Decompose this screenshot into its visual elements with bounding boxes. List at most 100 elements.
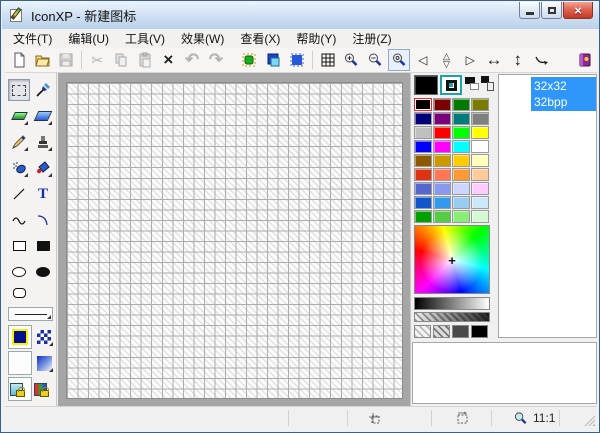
menu-item[interactable]: 帮助(Y) bbox=[288, 28, 344, 49]
filled-ellipse-tool-button[interactable] bbox=[32, 261, 54, 283]
fill-tool-button[interactable] bbox=[32, 157, 54, 179]
palette-swatch[interactable] bbox=[452, 126, 470, 139]
grid-button[interactable] bbox=[317, 49, 339, 71]
palette-swatch[interactable] bbox=[471, 98, 489, 111]
icon-canvas[interactable] bbox=[66, 82, 403, 399]
help-button[interactable] bbox=[574, 49, 596, 71]
line-tool-button[interactable] bbox=[8, 183, 30, 205]
color-picker-tool-button[interactable] bbox=[32, 79, 54, 101]
copy-button[interactable] bbox=[110, 49, 132, 71]
alpha-swatch-100[interactable] bbox=[471, 325, 488, 338]
palette-swatch[interactable] bbox=[433, 182, 451, 195]
grayscale-bar[interactable] bbox=[414, 297, 490, 310]
text-tool-button[interactable]: T bbox=[32, 183, 54, 205]
minimize-button[interactable] bbox=[519, 2, 540, 19]
shift-left-button[interactable]: ◁ bbox=[412, 49, 434, 71]
palette-swatch[interactable] bbox=[471, 182, 489, 195]
resize-grip[interactable] bbox=[583, 414, 595, 426]
palette-swatch[interactable] bbox=[414, 196, 432, 209]
palette-swatch[interactable] bbox=[414, 168, 432, 181]
format-list[interactable]: 32x32 32bpp bbox=[498, 74, 597, 338]
palette-swatch[interactable] bbox=[414, 154, 432, 167]
dither-mode-button[interactable] bbox=[33, 326, 55, 348]
menu-item[interactable]: 文件(T) bbox=[5, 28, 60, 49]
zoom-out-button[interactable] bbox=[364, 49, 386, 71]
menu-item[interactable]: 编辑(U) bbox=[60, 28, 117, 49]
delete-button[interactable]: × bbox=[157, 49, 179, 71]
default-colors-button[interactable] bbox=[481, 75, 494, 91]
palette-swatch[interactable] bbox=[452, 182, 470, 195]
palette-swatch[interactable] bbox=[452, 98, 470, 111]
cut-button[interactable]: ✂ bbox=[86, 49, 108, 71]
palette-swatch[interactable] bbox=[452, 140, 470, 153]
palette-swatch[interactable] bbox=[433, 112, 451, 125]
stamp-tool-button[interactable] bbox=[32, 131, 54, 153]
palette-swatch[interactable] bbox=[414, 126, 432, 139]
lock-transparency-button[interactable] bbox=[10, 383, 28, 401]
save-button[interactable] bbox=[56, 49, 78, 71]
airbrush-tool-button[interactable] bbox=[8, 157, 30, 179]
palette-swatch[interactable] bbox=[433, 168, 451, 181]
menu-item[interactable]: 效果(W) bbox=[173, 28, 232, 49]
ellipse-tool-button[interactable] bbox=[8, 261, 30, 283]
palette-swatch[interactable] bbox=[433, 154, 451, 167]
alpha-swatch-50[interactable] bbox=[433, 325, 450, 338]
curve-tool-button[interactable] bbox=[8, 209, 30, 231]
eraser-small-tool-button[interactable] bbox=[8, 105, 30, 127]
zoom-in-button[interactable] bbox=[341, 49, 363, 71]
flip-vertical-button[interactable]: ↕ bbox=[507, 49, 529, 71]
shift-up-down-button[interactable]: △▽ bbox=[436, 49, 458, 71]
rectangle-tool-button[interactable] bbox=[8, 235, 30, 257]
paste-button[interactable] bbox=[134, 49, 156, 71]
palette-swatch[interactable] bbox=[471, 112, 489, 125]
palette-swatch[interactable] bbox=[471, 154, 489, 167]
eraser-large-tool-button[interactable] bbox=[32, 105, 54, 127]
palette-swatch[interactable] bbox=[414, 98, 432, 111]
palette-swatch[interactable] bbox=[433, 98, 451, 111]
alpha-swatch-75[interactable] bbox=[452, 325, 469, 338]
palette-swatch[interactable] bbox=[471, 210, 489, 223]
lock-colors-button[interactable] bbox=[34, 383, 52, 401]
line-width-selector[interactable] bbox=[8, 307, 53, 321]
palette-swatch[interactable] bbox=[452, 154, 470, 167]
shift-right-button[interactable]: ▷ bbox=[459, 49, 481, 71]
flip-horizontal-button[interactable]: ↔ bbox=[483, 49, 505, 71]
palette-swatch[interactable] bbox=[452, 210, 470, 223]
palette-swatch[interactable] bbox=[414, 112, 432, 125]
rotate-button[interactable] bbox=[531, 49, 553, 71]
palette-swatch[interactable] bbox=[414, 182, 432, 195]
test-icon-button[interactable] bbox=[239, 49, 261, 71]
palette-swatch[interactable] bbox=[433, 126, 451, 139]
arc-tool-button[interactable] bbox=[32, 209, 54, 231]
menu-item[interactable]: 查看(X) bbox=[232, 28, 288, 49]
palette-swatch[interactable] bbox=[452, 168, 470, 181]
secondary-color-well[interactable] bbox=[8, 351, 32, 375]
primary-color-well[interactable] bbox=[8, 325, 32, 349]
palette-swatch[interactable] bbox=[433, 210, 451, 223]
pencil-tool-button[interactable] bbox=[8, 131, 30, 153]
color-picker-field[interactable]: + bbox=[414, 225, 490, 294]
palette-swatch[interactable] bbox=[471, 168, 489, 181]
palette-swatch[interactable] bbox=[471, 126, 489, 139]
smooth-button[interactable] bbox=[286, 49, 308, 71]
palette-swatch[interactable] bbox=[471, 196, 489, 209]
rounded-rectangle-tool-button[interactable] bbox=[8, 284, 30, 302]
menu-item[interactable]: 注册(Z) bbox=[344, 28, 399, 49]
close-button[interactable]: × bbox=[563, 2, 593, 19]
zoom-auto-button[interactable] bbox=[388, 49, 410, 71]
swap-colors-button[interactable] bbox=[465, 75, 478, 91]
palette-swatch[interactable] bbox=[414, 140, 432, 153]
menu-item[interactable]: 工具(V) bbox=[117, 28, 173, 49]
open-button[interactable] bbox=[32, 49, 54, 71]
frames-panel[interactable] bbox=[412, 342, 597, 404]
palette-swatch[interactable] bbox=[414, 210, 432, 223]
transparent-color-button[interactable] bbox=[440, 75, 462, 95]
palette-swatch[interactable] bbox=[433, 196, 451, 209]
palette-swatch[interactable] bbox=[452, 196, 470, 209]
palette-swatch[interactable] bbox=[433, 140, 451, 153]
redo-button[interactable]: ↷ bbox=[205, 49, 227, 71]
gradient-mode-button[interactable] bbox=[33, 352, 55, 374]
palette-swatch[interactable] bbox=[471, 140, 489, 153]
undo-button[interactable]: ↶ bbox=[181, 49, 203, 71]
new-button[interactable] bbox=[8, 49, 30, 71]
